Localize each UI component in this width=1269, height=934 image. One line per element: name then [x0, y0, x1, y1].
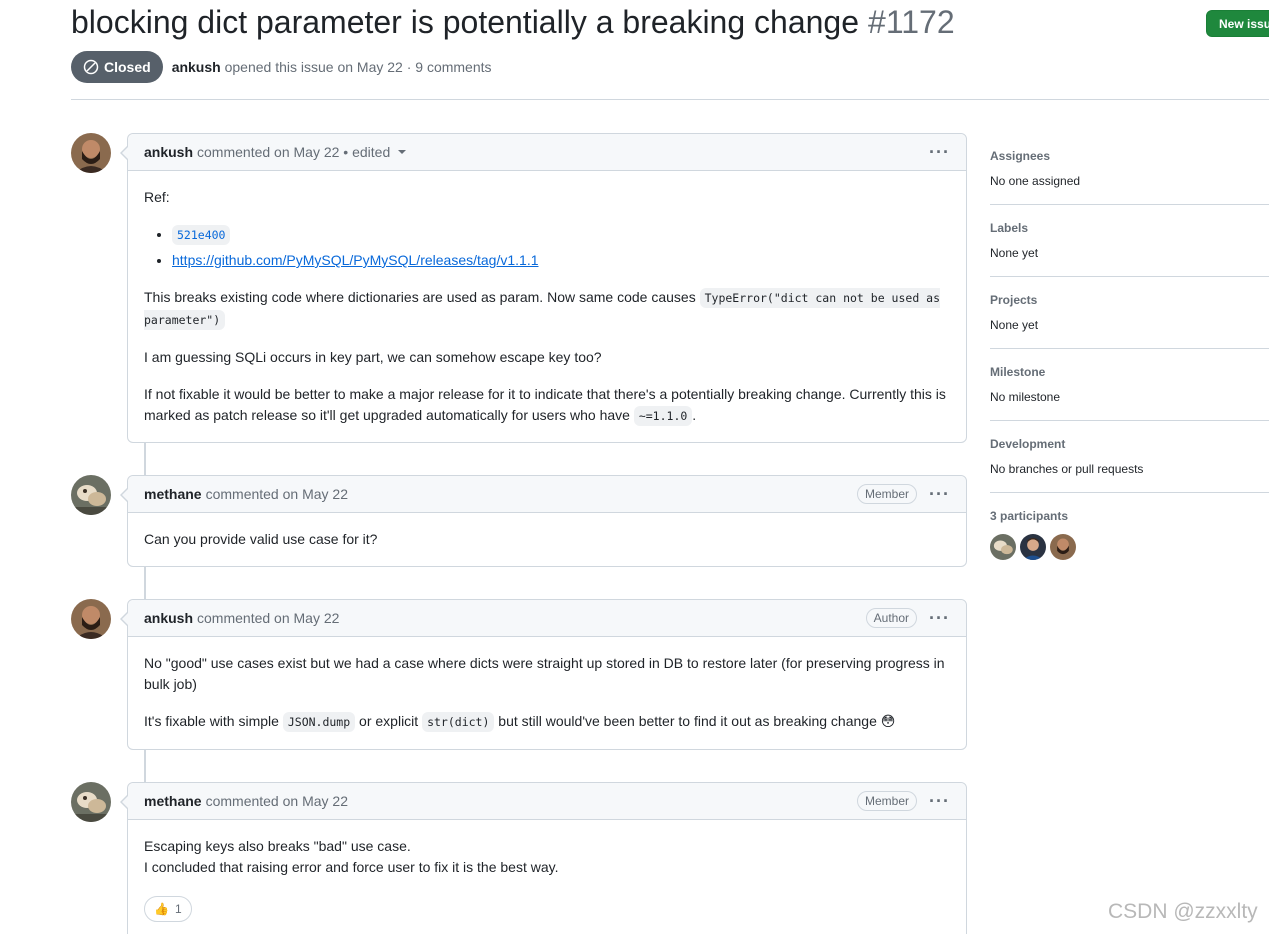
sidebar-title: 3 participants: [990, 509, 1069, 523]
comment-text: Can you provide valid use case for it?: [144, 531, 378, 547]
comment-text: It's fixable with simple JSON.dump or ex…: [144, 711, 950, 733]
avatar-participant[interactable]: [1020, 534, 1046, 560]
header-divider: [71, 99, 1269, 100]
sidebar-development[interactable]: Development No branches or pull requests: [990, 421, 1269, 493]
inline-code: JSON.dump: [282, 712, 356, 732]
comment-text-span: If not fixable it would be better to mak…: [144, 386, 946, 423]
sidebar-title[interactable]: Development: [990, 437, 1269, 451]
comment-card: methane commented on May 22 Member ··· E…: [120, 782, 967, 934]
watermark: CSDN @zzxxlty: [1108, 900, 1258, 923]
sidebar-title[interactable]: Milestone: [990, 365, 1269, 379]
issue-meta: Closed ankush opened this issue on May 2…: [71, 51, 492, 83]
avatar-ankush[interactable]: [71, 133, 111, 173]
timeline-connector: [144, 442, 146, 476]
inline-code: str(dict): [422, 712, 495, 732]
sidebar-value: No one assigned: [990, 174, 1081, 188]
comment-body: Can you provide valid use case for it?: [128, 513, 966, 566]
sidebar-labels[interactable]: Labels None yet: [990, 205, 1269, 277]
kebab-horizontal-icon[interactable]: ···: [929, 792, 950, 810]
ref-list: 521e400 https://github.com/PyMySQL/PyMyS…: [144, 224, 950, 271]
kebab-horizontal-icon[interactable]: ···: [929, 609, 950, 627]
comment-meta: commented on May 22: [197, 610, 340, 626]
issue-sidebar: Assignees No one assigned Labels None ye…: [990, 133, 1269, 560]
reaction-count: 1: [174, 901, 182, 916]
comment-header: methane commented on May 22 Member ···: [128, 783, 966, 820]
comment-text: If not fixable it would be better to mak…: [144, 384, 950, 427]
issue-author-link[interactable]: ankush: [172, 59, 221, 75]
timeline-connector: [144, 749, 146, 783]
comment-text: I am guessing SQLi occurs in key part, w…: [144, 349, 602, 365]
sidebar-projects[interactable]: Projects None yet: [990, 277, 1269, 349]
comment-author[interactable]: methane: [144, 793, 202, 809]
role-badge: Member: [857, 791, 918, 811]
sidebar-assignees[interactable]: Assignees No one assigned: [990, 133, 1269, 205]
issue-opened-text: opened this issue on May 22 · 9 comments: [224, 59, 492, 75]
timeline-connector: [144, 566, 146, 600]
comment-meta: commented on May 22: [205, 793, 348, 809]
list-item: 521e400: [172, 224, 950, 246]
release-link[interactable]: https://github.com/PyMySQL/PyMySQL/relea…: [172, 252, 539, 268]
comment-author[interactable]: ankush: [144, 610, 193, 626]
comment-text: Escaping keys also breaks "bad" use case…: [144, 836, 950, 878]
status-label: Closed: [104, 59, 151, 75]
triangle-down-icon[interactable]: [398, 150, 407, 154]
flushed-emoji: 😳: [880, 713, 896, 729]
comment-body: Ref: 521e400 https://github.com/PyMySQL/…: [128, 171, 966, 443]
comment-body: Escaping keys also breaks "bad" use case…: [128, 820, 966, 934]
avatar-methane[interactable]: [71, 782, 111, 822]
circle-slash-icon: [83, 59, 99, 75]
comment-text-span: Escaping keys also breaks "bad" use case…: [144, 838, 411, 854]
status-badge: Closed: [71, 51, 163, 83]
new-issue-button[interactable]: New issue: [1206, 10, 1269, 37]
reaction-thumbs-up[interactable]: 👍 1: [144, 896, 192, 922]
comment-text-span: This breaks existing code where dictiona…: [144, 289, 696, 305]
sidebar-value: None yet: [990, 318, 1039, 332]
comment-meta: commented on May 22: [205, 486, 348, 502]
avatar-methane[interactable]: [990, 534, 1016, 560]
participant-avatars: [990, 534, 1269, 560]
comment-header: ankush commented on May 22 • edited ···: [128, 134, 966, 171]
sidebar-value: No branches or pull requests: [990, 462, 1144, 476]
sidebar-value: None yet: [990, 246, 1039, 260]
avatar-methane[interactable]: [71, 475, 111, 515]
issue-title: blocking dict parameter is potentially a…: [71, 4, 860, 40]
comment-meta: commented on May 22 • edited: [197, 144, 391, 160]
sidebar-milestone[interactable]: Milestone No milestone: [990, 349, 1269, 421]
sidebar-title[interactable]: Labels: [990, 221, 1269, 235]
avatar-ankush[interactable]: [1050, 534, 1076, 560]
kebab-horizontal-icon[interactable]: ···: [929, 485, 950, 503]
issue-opened-info: ankush opened this issue on May 22 · 9 c…: [172, 59, 492, 75]
comment-text-span: but still would've been better to find i…: [498, 713, 877, 729]
comment-card: ankush commented on May 22 • edited ··· …: [120, 133, 967, 443]
commit-sha-link[interactable]: 521e400: [172, 225, 231, 245]
comment-text: Ref:: [144, 189, 170, 205]
issue-title-row: blocking dict parameter is potentially a…: [71, 4, 955, 41]
comment-text-span: or explicit: [359, 713, 419, 729]
sidebar-title[interactable]: Assignees: [990, 149, 1269, 163]
kebab-horizontal-icon[interactable]: ···: [929, 143, 950, 161]
comment-author[interactable]: methane: [144, 486, 202, 502]
issue-number: #1172: [868, 4, 955, 40]
comment-text: This breaks existing code where dictiona…: [144, 287, 950, 331]
avatar-ankush[interactable]: [71, 599, 111, 639]
sidebar-participants: 3 participants: [990, 493, 1269, 560]
list-item: https://github.com/PyMySQL/PyMySQL/relea…: [172, 250, 950, 271]
comment-text-span: I concluded that raising error and force…: [144, 859, 559, 875]
comment-text-span: It's fixable with simple: [144, 713, 279, 729]
thumbs-up-icon: 👍: [154, 901, 169, 916]
role-badge: Member: [857, 484, 918, 504]
sidebar-value: No milestone: [990, 390, 1061, 404]
comment-header: methane commented on May 22 Member ···: [128, 476, 966, 513]
comment-author[interactable]: ankush: [144, 144, 193, 160]
comment-card: methane commented on May 22 Member ··· C…: [120, 475, 967, 567]
comment-card: ankush commented on May 22 Author ··· No…: [120, 599, 967, 750]
sidebar-title[interactable]: Projects: [990, 293, 1269, 307]
comment-header: ankush commented on May 22 Author ···: [128, 600, 966, 637]
inline-code: ~=1.1.0: [633, 406, 693, 426]
comment-text: No "good" use cases exist but we had a c…: [144, 655, 945, 692]
role-badge: Author: [865, 608, 918, 628]
comment-text-span: .: [692, 407, 697, 423]
comment-body: No "good" use cases exist but we had a c…: [128, 637, 966, 749]
